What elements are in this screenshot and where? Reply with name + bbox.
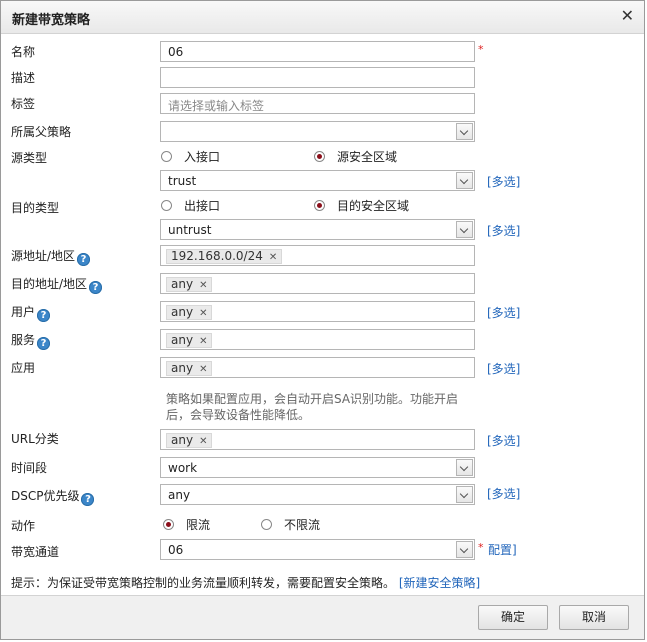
dialog-footer: 确定 取消 xyxy=(1,595,644,639)
dialog-title: 新建带宽策略 xyxy=(12,13,91,28)
application-label: 应用 xyxy=(11,361,36,375)
channel-select[interactable]: 06 xyxy=(160,539,475,560)
dst-addr-input[interactable]: any ✕ xyxy=(160,273,475,294)
dest-zone-multi-select-link[interactable]: [多选] xyxy=(487,222,520,239)
desc-label: 描述 xyxy=(11,71,36,85)
source-zone-multi-select-link[interactable]: [多选] xyxy=(487,173,520,190)
channel-required-mark: * xyxy=(478,541,484,554)
service-label: 服务? xyxy=(11,331,51,350)
name-required-mark: * xyxy=(478,43,484,56)
radio-ingress-interface[interactable]: 入接口 xyxy=(161,148,220,165)
remove-tag-icon[interactable]: ✕ xyxy=(269,252,277,263)
service-input[interactable]: any ✕ xyxy=(160,329,475,350)
cancel-button[interactable]: 取消 xyxy=(559,605,629,630)
user-multi-select-link[interactable]: [多选] xyxy=(487,304,520,321)
source-zone-select[interactable]: trust xyxy=(160,170,475,191)
dest-type-label: 目的类型 xyxy=(11,201,60,215)
dest-zone-value: untrust xyxy=(168,223,212,237)
radio-source-zone[interactable]: 源安全区域 xyxy=(314,148,397,165)
application-hint: 策略如果配置应用，会自动开启SA识别功能。功能开启后，会导致设备性能降低。 xyxy=(166,392,459,422)
url-category-tag: any ✕ xyxy=(166,433,213,448)
src-addr-tag: 192.168.0.0/24 ✕ xyxy=(166,249,283,264)
remove-tag-icon[interactable]: ✕ xyxy=(199,308,207,319)
application-input[interactable]: any ✕ xyxy=(160,357,475,378)
dscp-multi-select-link[interactable]: [多选] xyxy=(487,485,520,502)
name-value: 06 xyxy=(168,45,184,59)
radio-button-icon[interactable] xyxy=(261,519,272,530)
radio-button-icon[interactable] xyxy=(161,151,172,162)
help-icon[interactable]: ? xyxy=(37,337,51,350)
remove-tag-icon[interactable]: ✕ xyxy=(199,436,207,447)
help-icon[interactable]: ? xyxy=(37,309,51,322)
time-range-label: 时间段 xyxy=(11,461,48,475)
src-addr-label: 源地址/地区? xyxy=(11,247,91,266)
new-security-policy-link[interactable]: [新建安全策略] xyxy=(399,576,480,590)
dest-zone-select[interactable]: untrust xyxy=(160,219,475,240)
radio-no-limit-label: 不限流 xyxy=(284,518,321,532)
dst-addr-label: 目的地址/地区? xyxy=(11,275,103,294)
help-icon[interactable]: ? xyxy=(89,281,103,294)
url-category-input[interactable]: any ✕ xyxy=(160,429,475,450)
tag-label: 标签 xyxy=(11,97,36,111)
src-addr-input[interactable]: 192.168.0.0/24 ✕ xyxy=(160,245,475,266)
channel-label: 带宽通道 xyxy=(11,545,60,559)
close-icon[interactable]: ✕ xyxy=(621,6,634,25)
user-tag: any ✕ xyxy=(166,305,213,320)
chevron-down-icon[interactable] xyxy=(456,221,473,238)
remove-tag-icon[interactable]: ✕ xyxy=(199,364,207,375)
radio-button-icon[interactable] xyxy=(161,200,172,211)
url-category-label: URL分类 xyxy=(11,432,59,446)
parent-policy-select[interactable] xyxy=(160,121,475,142)
channel-config-link[interactable]: 配置] xyxy=(488,541,517,558)
remove-tag-icon[interactable]: ✕ xyxy=(199,336,207,347)
remove-tag-icon[interactable]: ✕ xyxy=(199,280,207,291)
source-zone-value: trust xyxy=(168,174,197,188)
application-tag: any ✕ xyxy=(166,361,213,376)
radio-egress-interface-label: 出接口 xyxy=(184,199,221,213)
radio-rate-limit-label: 限流 xyxy=(186,518,211,532)
tag-input[interactable]: 请选择或输入标签 xyxy=(160,93,475,114)
action-label: 动作 xyxy=(11,519,36,533)
radio-dest-zone[interactable]: 目的安全区域 xyxy=(314,197,409,214)
radio-no-limit[interactable]: 不限流 xyxy=(261,516,320,533)
chevron-down-icon[interactable] xyxy=(456,486,473,503)
user-label: 用户? xyxy=(11,303,51,322)
policy-tip-text: 提示：为保证受带宽策略控制的业务流量顺利转发，需要配置安全策略。 xyxy=(11,576,396,590)
url-category-multi-select-link[interactable]: [多选] xyxy=(487,432,520,449)
radio-egress-interface[interactable]: 出接口 xyxy=(161,197,220,214)
dscp-value: any xyxy=(168,488,191,502)
name-input[interactable]: 06 xyxy=(160,41,475,62)
radio-ingress-interface-label: 入接口 xyxy=(184,150,221,164)
desc-input[interactable] xyxy=(160,67,475,88)
name-label: 名称 xyxy=(11,45,36,59)
dst-addr-tag: any ✕ xyxy=(166,277,213,292)
radio-button-selected-icon[interactable] xyxy=(163,519,174,530)
dialog-titlebar: 新建带宽策略 ✕ xyxy=(1,1,644,34)
new-bandwidth-policy-dialog: 新建带宽策略 ✕ 名称 06 * 描述 标签 请选择或输入标签 所属父策略 源类… xyxy=(0,0,645,640)
service-tag: any ✕ xyxy=(166,333,213,348)
time-range-select[interactable]: work xyxy=(160,457,475,478)
source-type-label: 源类型 xyxy=(11,151,48,165)
radio-button-selected-icon[interactable] xyxy=(314,200,325,211)
radio-button-selected-icon[interactable] xyxy=(314,151,325,162)
tag-placeholder: 请选择或输入标签 xyxy=(168,99,265,113)
help-icon[interactable]: ? xyxy=(77,253,91,266)
application-multi-select-link[interactable]: [多选] xyxy=(487,360,520,377)
chevron-down-icon[interactable] xyxy=(456,541,473,558)
chevron-down-icon[interactable] xyxy=(456,459,473,476)
ok-button[interactable]: 确定 xyxy=(478,605,548,630)
time-range-value: work xyxy=(168,461,198,475)
parent-policy-label: 所属父策略 xyxy=(11,125,72,139)
radio-rate-limit[interactable]: 限流 xyxy=(163,516,210,533)
radio-dest-zone-label: 目的安全区域 xyxy=(337,199,410,213)
dscp-label: DSCP优先级? xyxy=(11,487,95,506)
chevron-down-icon[interactable] xyxy=(456,172,473,189)
policy-tip: 提示：为保证受带宽策略控制的业务流量顺利转发，需要配置安全策略。 [新建安全策略… xyxy=(11,574,480,591)
help-icon[interactable]: ? xyxy=(81,493,95,506)
radio-source-zone-label: 源安全区域 xyxy=(337,150,398,164)
channel-value: 06 xyxy=(168,543,184,557)
dscp-select[interactable]: any xyxy=(160,484,475,505)
chevron-down-icon[interactable] xyxy=(456,123,473,140)
user-input[interactable]: any ✕ xyxy=(160,301,475,322)
